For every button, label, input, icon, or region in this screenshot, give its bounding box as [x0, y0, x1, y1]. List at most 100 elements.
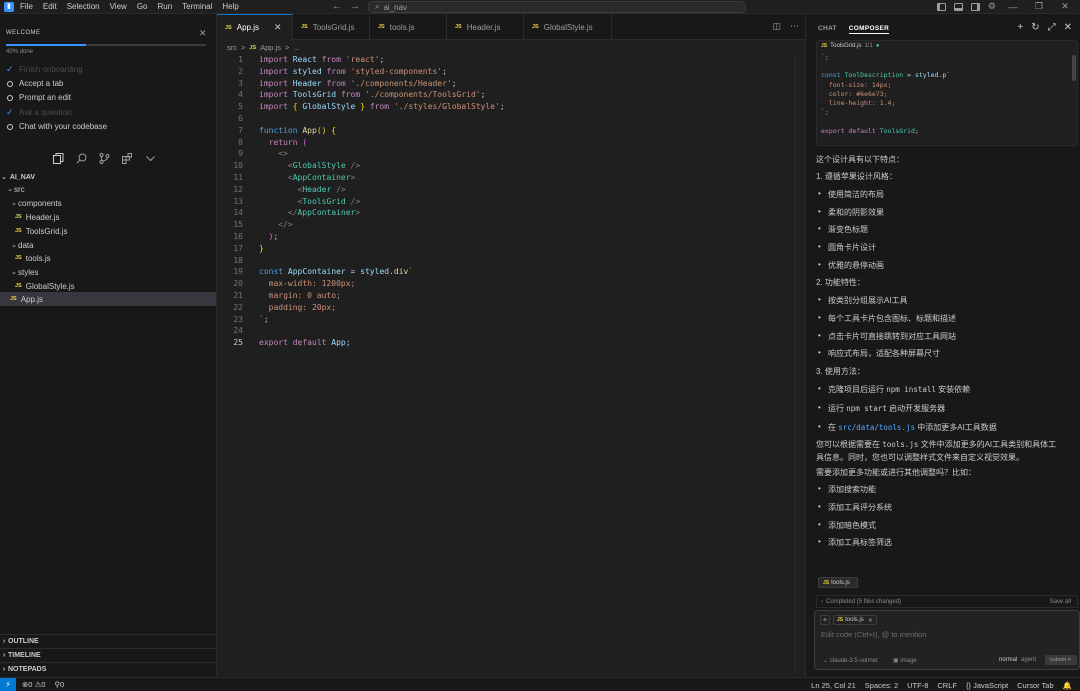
notepads-section[interactable]: › NOTEPADS — [0, 662, 216, 675]
line-number: 22 — [233, 302, 243, 312]
tree-folder-styles[interactable]: ⌄ styles — [0, 265, 216, 279]
cursor-position[interactable]: Ln 25, Col 21 — [811, 681, 856, 690]
indentation[interactable]: Spaces: 2 — [865, 681, 898, 690]
tree-file-app[interactable]: JS App.js — [0, 292, 216, 306]
restore-icon[interactable]: ❐ — [1030, 1, 1048, 12]
tree-file-toolsgrid[interactable]: JS ToolsGrid.js — [0, 224, 216, 238]
minimize-icon[interactable]: — — [1004, 2, 1022, 12]
tab-composer[interactable]: COMPOSER — [848, 25, 890, 34]
image-button[interactable]: ▣ image — [893, 657, 917, 664]
tab-app-js[interactable]: JS App.js ✕ — [217, 14, 293, 40]
breadcrumb-symbol[interactable]: ... — [293, 43, 299, 52]
line-ending[interactable]: CRLF — [937, 681, 957, 690]
composer-input[interactable]: + JS tools.js ✕ Edit code (Ctrl+I), @ to… — [814, 610, 1080, 670]
notifications-bell-icon[interactable]: 🔔 — [1063, 681, 1072, 690]
extensions-icon[interactable] — [121, 152, 133, 164]
tree-folder-data[interactable]: ⌄ data — [0, 238, 216, 252]
breadcrumb-src[interactable]: src — [227, 43, 237, 52]
tree-folder-components[interactable]: ⌄ components — [0, 196, 216, 210]
breadcrumb: src > JS App.js > ... — [227, 43, 300, 52]
explorer-files-icon[interactable] — [52, 152, 64, 164]
model-selector[interactable]: ⌄ claude-3.5-sonnet — [823, 657, 878, 664]
close-tab-icon[interactable]: ✕ — [274, 22, 282, 33]
code-card-header[interactable]: JS ToolsGrid.js 1/1 ● — [821, 43, 879, 49]
editor-scrollbar[interactable] — [795, 54, 805, 674]
menu-run[interactable]: Run — [157, 2, 172, 11]
toggle-secondary-sidebar-icon[interactable] — [970, 2, 980, 11]
toggle-primary-sidebar-icon[interactable] — [936, 2, 946, 11]
response-heading-1: 1. 遵循苹果设计风格： — [816, 172, 897, 181]
close-panel-icon[interactable]: ✕ — [1064, 22, 1072, 33]
breadcrumb-file[interactable]: App.js — [260, 43, 281, 52]
task-prompt-edit[interactable]: Prompt an edit — [6, 93, 71, 102]
outline-section[interactable]: › OUTLINE — [0, 634, 216, 647]
more-actions-icon[interactable]: ⋯ — [790, 21, 799, 32]
timeline-section[interactable]: › TIMELINE — [0, 648, 216, 661]
code-editor[interactable]: 1 import React from 'react'; 2 import styl… — [217, 54, 805, 349]
code-line: 1 import React from 'react'; — [217, 54, 805, 66]
tree-file-globalstyle[interactable]: JS GlobalStyle.js — [0, 279, 216, 293]
problems-indicator[interactable]: ⊗0 ⚠0 — [22, 680, 45, 689]
command-center[interactable]: ⌕ ai_nav — [368, 1, 746, 13]
task-finish-onboarding[interactable]: ✓ Finish onboarding — [6, 64, 83, 75]
input-file-chip[interactable]: JS tools.js ✕ — [833, 615, 877, 625]
code-card-scrollbar[interactable] — [1072, 55, 1076, 81]
menu-terminal[interactable]: Terminal — [182, 2, 212, 11]
history-icon[interactable]: ↻ — [1031, 22, 1039, 33]
tree-file-header[interactable]: JS Header.js — [0, 210, 216, 224]
close-window-icon[interactable]: ✕ — [1056, 1, 1074, 12]
menu-view[interactable]: View — [110, 2, 127, 11]
settings-gear-icon[interactable]: ⚙ — [988, 1, 996, 12]
task-ask-question[interactable]: ✓ Ask a question — [6, 107, 71, 118]
code-line: 22 padding: 20px; — [217, 302, 805, 314]
tree-file-tools[interactable]: JS tools.js — [0, 251, 216, 265]
mode-agent-toggle[interactable]: agent — [1021, 657, 1036, 663]
tab-header-js[interactable]: JS Header.js — [447, 14, 524, 40]
tab-toolsgrid-js[interactable]: JS ToolsGrid.js — [293, 14, 370, 40]
toggle-panel-icon[interactable] — [953, 2, 963, 11]
save-all-button[interactable]: Save all — [1050, 599, 1071, 605]
tree-label: App.js — [20, 294, 43, 304]
file-link[interactable]: src/data/tools.js — [838, 423, 915, 432]
search-icon[interactable] — [75, 152, 87, 164]
chevron-right-icon: › — [2, 637, 6, 645]
cursor-tab[interactable]: Cursor Tab — [1017, 681, 1054, 690]
expand-icon[interactable]: ⤢ — [1048, 22, 1056, 33]
tree-folder-src[interactable]: ⌄ src — [0, 182, 216, 196]
remote-indicator-icon[interactable]: ⚡ — [0, 677, 16, 691]
breadcrumb-separator: > — [241, 43, 246, 52]
forward-arrow-icon[interactable]: → — [350, 1, 360, 12]
welcome-close-icon[interactable]: ✕ — [199, 28, 207, 39]
completed-bar[interactable]: › Completed (5 files changed) Save all — [816, 595, 1078, 608]
context-file-chip[interactable]: JS tools.js — [818, 577, 858, 588]
submit-button[interactable]: submit ↵ — [1045, 655, 1077, 665]
tab-tools-js[interactable]: JS tools.js — [370, 14, 447, 40]
welcome-progress-bar — [6, 44, 206, 46]
line-number: 9 — [238, 149, 243, 159]
code-card-count: 1/1 — [864, 43, 873, 49]
language-mode[interactable]: {} JavaScript — [966, 681, 1008, 690]
chevron-down-icon[interactable] — [144, 152, 156, 164]
menu-selection[interactable]: Selection — [67, 2, 100, 11]
menu-go[interactable]: Go — [137, 2, 148, 11]
menu-file[interactable]: File — [20, 2, 33, 11]
menu-help[interactable]: Help — [222, 2, 238, 11]
back-arrow-icon[interactable]: ← — [332, 1, 342, 12]
inline-code: tools.js — [882, 440, 919, 449]
chevron-down-icon: ⌄ — [11, 242, 17, 249]
menu-edit[interactable]: Edit — [43, 2, 57, 11]
search-icon: ⌕ — [375, 2, 380, 11]
split-editor-icon[interactable]: ◫ — [772, 21, 781, 32]
tab-chat[interactable]: CHAT — [818, 25, 837, 34]
ports-indicator[interactable]: ⚲0 — [54, 680, 64, 689]
mode-normal-toggle[interactable]: normal — [999, 657, 1017, 663]
task-chat-codebase[interactable]: Chat with your codebase — [6, 122, 107, 131]
remove-chip-icon[interactable]: ✕ — [868, 617, 873, 624]
input-placeholder[interactable]: Edit code (Ctrl+I), @ to mention — [821, 630, 926, 639]
tab-globalstyle-js[interactable]: JS GlobalStyle.js — [524, 14, 612, 40]
encoding[interactable]: UTF-8 — [907, 681, 928, 690]
task-accept-tab[interactable]: Accept a tab — [6, 79, 63, 88]
new-chat-plus-icon[interactable]: + — [1017, 22, 1023, 33]
source-control-icon[interactable] — [98, 152, 110, 164]
add-context-plus-icon[interactable]: + — [820, 615, 830, 625]
